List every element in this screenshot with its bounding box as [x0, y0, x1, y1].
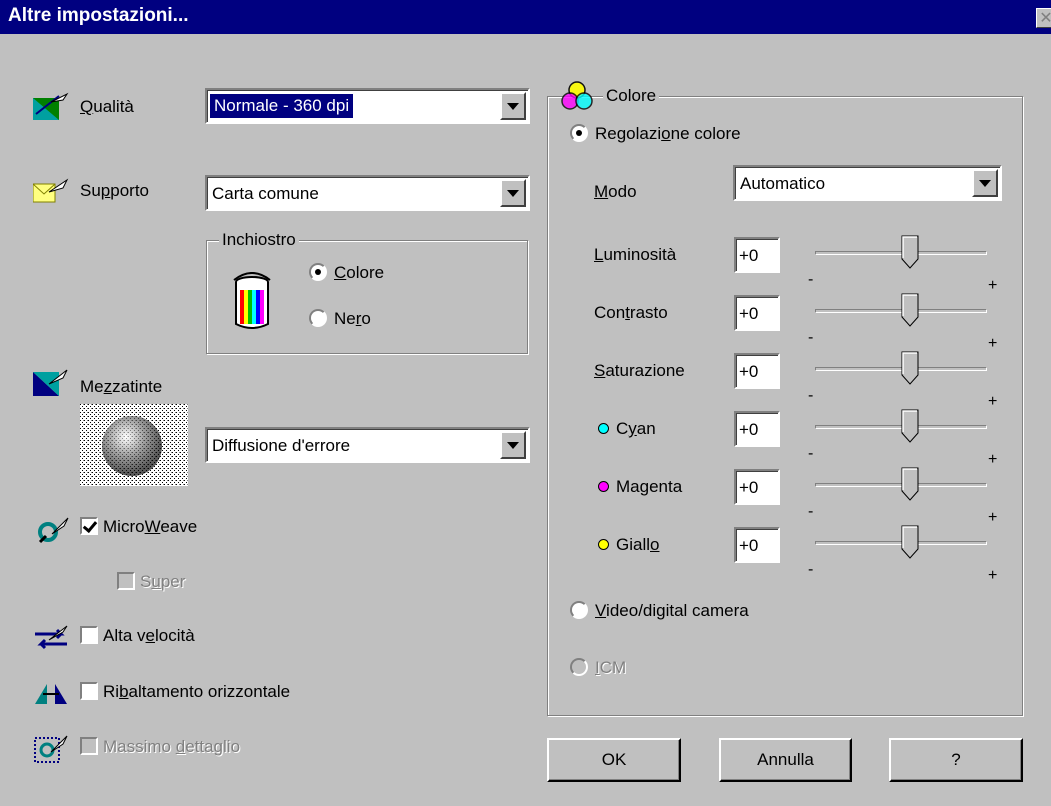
video-camera-label: Video/digital camera [595, 601, 749, 620]
close-icon: ✕ [1039, 10, 1051, 27]
high-speed-checkbox[interactable] [80, 626, 98, 644]
microweave-checkbox[interactable] [80, 517, 98, 535]
media-dropdown[interactable]: Carta comune [205, 175, 530, 211]
contrast-tick-plus: + [988, 335, 998, 352]
yellow-label: Giallo [616, 535, 660, 554]
halftone-value: Diffusione d'errore [212, 436, 351, 455]
max-detail-label: Massimo dettaglio [103, 737, 241, 756]
magenta-tick-plus: + [988, 509, 998, 526]
yellow-dot-icon [598, 539, 609, 550]
max-detail-checkbox[interactable] [80, 737, 98, 755]
cyan-slider-thumb[interactable] [901, 409, 919, 443]
magenta-label: Magenta [616, 477, 683, 496]
microweave-label: MicroWeave [103, 517, 198, 536]
ink-black-label: Nero [334, 309, 371, 328]
color-circles-icon [561, 81, 593, 110]
close-button[interactable]: ✕ [1036, 8, 1051, 28]
cyan-value-field[interactable]: +0 [734, 411, 780, 447]
brightness-slider-thumb[interactable] [901, 235, 919, 269]
mode-dropdown[interactable]: Automatico [733, 165, 1002, 201]
flip-horizontal-icon [35, 684, 67, 704]
color-adjust-radio[interactable] [570, 124, 588, 142]
contrast-tick-minus: - [808, 329, 814, 346]
icm-radio[interactable] [570, 658, 588, 676]
flip-horizontal-label: Ribaltamento orizzontale [103, 682, 291, 701]
halftone-icon [33, 369, 68, 396]
saturation-tick-minus: - [808, 387, 814, 404]
yellow-tick-minus: - [808, 561, 814, 578]
window-title: Altre impostazioni... [8, 5, 189, 26]
halftone-dropdown[interactable]: Diffusione d'errore [205, 427, 530, 463]
quality-dropdown[interactable]: Normale - 360 dpi [205, 88, 530, 124]
media-label: Supporto [80, 181, 150, 200]
cyan-dot-icon [598, 423, 609, 434]
max-detail-icon [34, 735, 68, 763]
chevron-down-icon[interactable] [500, 92, 526, 120]
color-adjust-label: Regolazione colore [595, 124, 741, 143]
help-button[interactable]: ? [889, 738, 1023, 782]
saturation-slider-thumb[interactable] [901, 351, 919, 385]
ink-color-label: Colore [334, 263, 385, 282]
title-bar: Altre impostazioni... [0, 0, 1051, 34]
brightness-label: Luminosità [594, 245, 677, 264]
yellow-slider-thumb[interactable] [901, 525, 919, 559]
quality-label: Qualità [80, 97, 134, 116]
brightness-tick-plus: + [988, 277, 998, 294]
microweave-icon [38, 517, 69, 544]
yellow-tick-plus: + [988, 567, 998, 584]
cancel-button[interactable]: Annulla [719, 738, 852, 782]
icm-label: ICM [595, 658, 627, 677]
chevron-down-icon[interactable] [500, 179, 526, 207]
flip-horizontal-checkbox[interactable] [80, 682, 98, 700]
chevron-down-icon[interactable] [972, 169, 998, 197]
quality-value: Normale - 360 dpi [208, 93, 355, 119]
cyan-tick-plus: + [988, 451, 998, 468]
magenta-value-field[interactable]: +0 [734, 469, 780, 505]
media-value: Carta comune [212, 184, 319, 203]
saturation-label: Saturazione [594, 361, 685, 380]
quality-icon [33, 92, 69, 120]
brightness-tick-minus: - [808, 271, 814, 288]
super-label: Super [140, 572, 186, 591]
halftone-label: Mezzatinte [80, 377, 163, 396]
super-checkbox[interactable] [117, 572, 135, 590]
saturation-tick-plus: + [988, 393, 998, 410]
paper-icon [33, 178, 69, 203]
ink-color-radio[interactable] [309, 263, 327, 281]
contrast-label: Contrasto [594, 303, 668, 322]
contrast-value-field[interactable]: +0 [734, 295, 780, 331]
ok-button[interactable]: OK [547, 738, 681, 782]
magenta-tick-minus: - [808, 503, 814, 520]
mode-label: Modo [594, 182, 637, 201]
cyan-label: Cyan [616, 419, 656, 438]
magenta-slider-thumb[interactable] [901, 467, 919, 501]
yellow-value-field[interactable]: +0 [734, 527, 780, 563]
cyan-tick-minus: - [808, 445, 814, 462]
magenta-dot-icon [598, 481, 609, 492]
brightness-value-field[interactable]: +0 [734, 237, 780, 273]
video-camera-radio[interactable] [570, 601, 588, 619]
ink-group-title: Inchiostro [219, 230, 299, 250]
chevron-down-icon[interactable] [500, 431, 526, 459]
high-speed-icon [35, 625, 68, 650]
halftone-preview-image [80, 404, 188, 486]
ink-black-radio[interactable] [309, 309, 327, 327]
mode-value: Automatico [740, 174, 826, 193]
contrast-slider-thumb[interactable] [901, 293, 919, 327]
high-speed-label: Alta velocità [103, 626, 195, 645]
saturation-value-field[interactable]: +0 [734, 353, 780, 389]
color-group-title: Colore [603, 86, 660, 106]
ink-can-icon [233, 272, 271, 329]
